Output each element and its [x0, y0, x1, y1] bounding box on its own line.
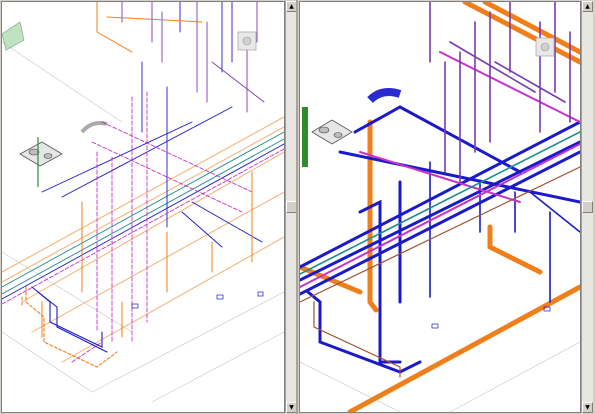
elbow-fitting-left [80, 121, 108, 134]
left-3d-viewport-hidden-line[interactable] [1, 1, 285, 413]
fixture-symbol-left [19, 137, 63, 187]
right-scroll-down-button[interactable]: ▼ [582, 402, 593, 413]
nav-cube-left[interactable] [237, 31, 257, 51]
right-view-pane[interactable]: ▲ ▼ [298, 0, 595, 414]
left-piping-drawing [2, 2, 284, 403]
right-scroll-up-button[interactable]: ▲ [582, 1, 593, 12]
purple-risers [429, 2, 571, 183]
small-cap-symbols-left [131, 291, 264, 309]
left-view-pane[interactable]: ▲ ▼ [0, 0, 298, 414]
elbow-fitting-right [367, 88, 402, 103]
right-3d-viewport-shaded[interactable] [299, 1, 581, 413]
fixture-symbol-right [302, 107, 353, 167]
right-scroll-thumb[interactable] [582, 201, 593, 213]
nav-cube-right[interactable] [535, 37, 555, 57]
floor-grid-lines-right [300, 341, 580, 412]
blue-main-heavy [300, 105, 580, 374]
duct-fitting-corner-left [2, 21, 25, 51]
right-vertical-scrollbar[interactable]: ▲ ▼ [581, 1, 593, 413]
right-piping-drawing [300, 2, 580, 412]
